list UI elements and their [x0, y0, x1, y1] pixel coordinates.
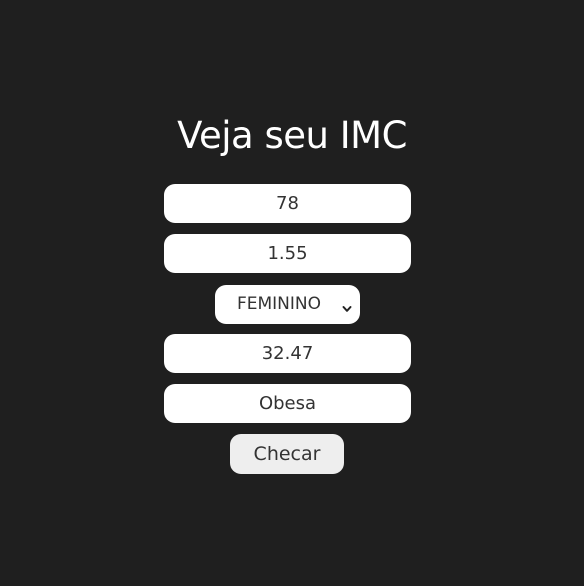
height-input[interactable] [164, 234, 411, 273]
sex-select[interactable]: FEMININO [215, 285, 360, 324]
weight-input[interactable] [164, 184, 411, 223]
sex-select-value: FEMININO [236, 294, 322, 314]
imc-result-field[interactable] [164, 334, 411, 373]
check-button[interactable]: Checar [230, 434, 344, 474]
chevron-down-icon [342, 299, 352, 318]
imc-app: Veja seu IMC FEMININO Checar [0, 0, 584, 586]
page-title: Veja seu IMC [177, 114, 407, 157]
classification-field[interactable] [164, 384, 411, 423]
